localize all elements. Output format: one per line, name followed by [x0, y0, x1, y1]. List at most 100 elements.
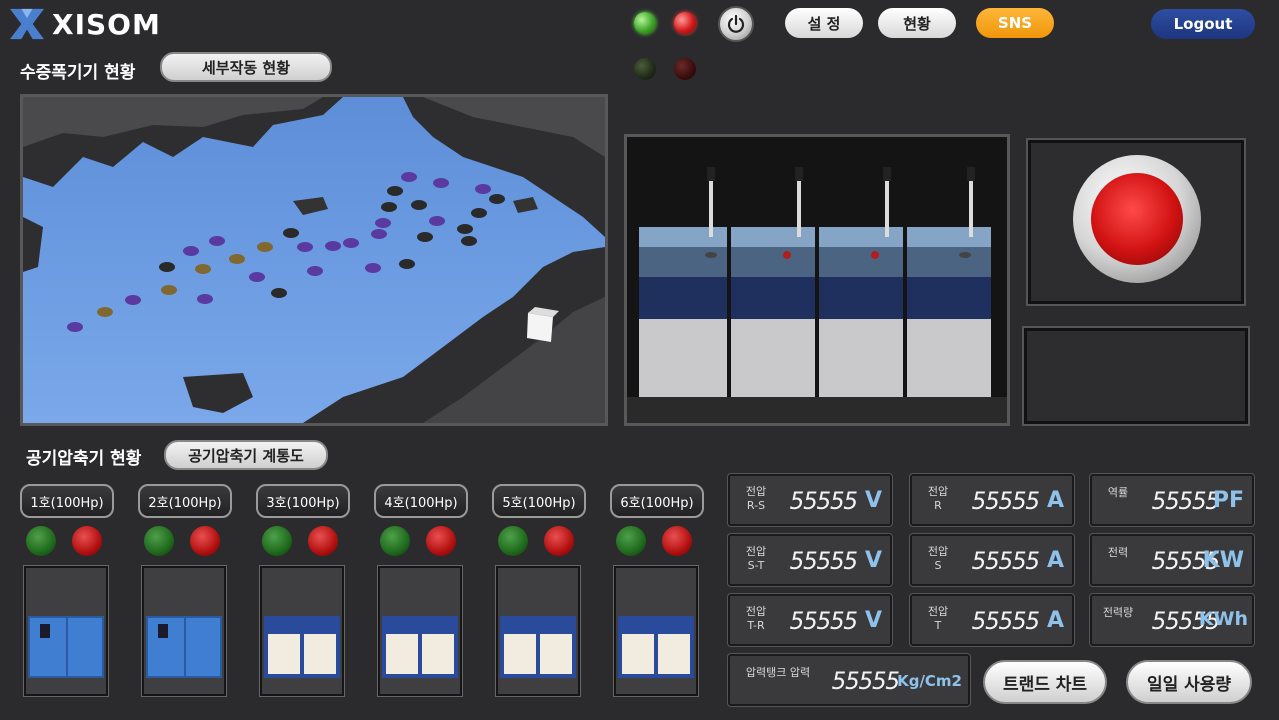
meter-label: 전력 — [1098, 546, 1138, 560]
emergency-stop-panel — [1028, 140, 1244, 304]
meter-label-primary: 전력 — [1107, 546, 1129, 559]
meter-label-primary: 전력량 — [1102, 606, 1134, 619]
meter-v-tr: 전압 T-R 55555 V — [728, 594, 892, 646]
meter-a-t: 전압 T 55555 A — [910, 594, 1074, 646]
meter-label-secondary: S-T — [747, 559, 765, 572]
logo-x-icon — [10, 8, 44, 40]
status-button[interactable]: 현황 — [878, 8, 956, 38]
compressor-section-title: 공기압축기 현황 — [26, 449, 142, 469]
meter-pf: 역률 55555 PF — [1090, 474, 1254, 526]
daily-usage-button[interactable]: 일일 사용량 — [1126, 660, 1252, 704]
status-lamp-red-off — [674, 58, 696, 80]
status-lamp-green — [634, 12, 656, 34]
water-section-title: 수증폭기기 현황 — [20, 63, 136, 83]
meter-label-primary: 전압 — [745, 605, 767, 618]
meter-label-primary: 역률 — [1107, 486, 1129, 499]
meter-unit: A — [1046, 488, 1064, 513]
meter-label: 전압 T — [918, 605, 958, 633]
trend-chart-button[interactable]: 트랜드 차트 — [983, 660, 1107, 704]
meter-a-r: 전압 R 55555 A — [910, 474, 1074, 526]
meter-label-primary: 전압 — [927, 605, 949, 618]
water-map-view — [20, 94, 608, 426]
compressor-white-cabinet — [264, 616, 340, 678]
tank-graphic — [627, 137, 1007, 423]
meter-kw: 전력 55555 KW — [1090, 534, 1254, 586]
meter-label-primary: 전압 — [927, 545, 949, 558]
detail-status-button[interactable]: 세부작동 현황 — [160, 52, 332, 82]
meter-label-primary: 전압 — [927, 485, 949, 498]
message-panel — [1024, 328, 1248, 424]
meter-value: 55555 — [972, 607, 1040, 635]
meter-label-primary: 전압 — [745, 485, 767, 498]
compressor-label-1[interactable]: 1호(100Hp) — [20, 484, 114, 518]
meter-a-s: 전압 S 55555 A — [910, 534, 1074, 586]
meter-value: 55555 — [832, 667, 900, 695]
meter-unit: V — [864, 488, 882, 513]
meter-unit: Kg/Cm2 — [897, 672, 962, 690]
meter-label: 전압 R-S — [736, 485, 776, 513]
meter-label: 전력량 — [1098, 606, 1138, 620]
meter-unit: A — [1046, 548, 1064, 573]
compressor-unit-1[interactable] — [24, 566, 108, 696]
meter-unit: V — [864, 608, 882, 633]
compressor-blue-cabinet — [146, 616, 222, 678]
compressor-unit-3[interactable] — [260, 566, 344, 696]
meter-label-primary: 전압 — [745, 545, 767, 558]
logout-button[interactable]: Logout — [1151, 9, 1255, 39]
compressor-stop-lamp-5 — [544, 526, 574, 556]
meter-unit: KW — [1202, 548, 1244, 573]
compressor-stop-lamp-3 — [308, 526, 338, 556]
meter-kwh: 전력량 55555 KWh — [1090, 594, 1254, 646]
compressor-white-cabinet — [500, 616, 576, 678]
meter-value: 55555 — [790, 487, 858, 515]
meter-value: 55555 — [972, 547, 1040, 575]
meter-label-secondary: S — [934, 559, 942, 572]
compressor-blue-cabinet — [28, 616, 104, 678]
compressor-run-lamp-5 — [498, 526, 528, 556]
sns-button[interactable]: SNS — [976, 8, 1054, 38]
meter-unit: KWh — [1198, 608, 1248, 630]
meter-v-rs: 전압 R-S 55555 V — [728, 474, 892, 526]
compressor-run-lamp-6 — [616, 526, 646, 556]
compressor-unit-2[interactable] — [142, 566, 226, 696]
meter-label-secondary: T — [934, 619, 942, 632]
compressor-run-lamp-4 — [380, 526, 410, 556]
logo-text: XISOM — [52, 7, 161, 41]
meter-label-secondary: T-R — [747, 619, 765, 632]
compressor-stop-lamp-1 — [72, 526, 102, 556]
compressor-run-lamp-2 — [144, 526, 174, 556]
meter-label: 전압 S-T — [736, 545, 776, 573]
meter-unit: PF — [1212, 488, 1244, 513]
compressor-label-5[interactable]: 5호(100Hp) — [492, 484, 586, 518]
meter-label: 압력탱크 압력 — [736, 666, 820, 680]
compressor-unit-4[interactable] — [378, 566, 462, 696]
emergency-stop-button[interactable] — [1073, 155, 1201, 283]
compressor-label-2[interactable]: 2호(100Hp) — [138, 484, 232, 518]
meter-tank: 압력탱크 압력 55555 Kg/Cm2 — [728, 654, 970, 706]
settings-button[interactable]: 설 정 — [785, 8, 863, 38]
meter-label-primary: 압력탱크 압력 — [745, 666, 811, 679]
compressor-label-3[interactable]: 3호(100Hp) — [256, 484, 350, 518]
compressor-stop-lamp-6 — [662, 526, 692, 556]
brand-logo: XISOM — [8, 6, 168, 42]
compressor-run-lamp-3 — [262, 526, 292, 556]
compressor-unit-5[interactable] — [496, 566, 580, 696]
compressor-stop-lamp-2 — [190, 526, 220, 556]
tank-view — [624, 134, 1010, 426]
status-lamp-green-off — [634, 58, 656, 80]
power-button[interactable] — [718, 6, 754, 42]
power-icon — [727, 14, 745, 33]
compressor-white-cabinet — [382, 616, 458, 678]
compressor-label-6[interactable]: 6호(100Hp) — [610, 484, 704, 518]
meter-label: 전압 T-R — [736, 605, 776, 633]
compressor-unit-6[interactable] — [614, 566, 698, 696]
meter-v-st: 전압 S-T 55555 V — [728, 534, 892, 586]
compressor-diagram-button[interactable]: 공기압축기 계통도 — [164, 440, 328, 470]
meter-value: 55555 — [972, 487, 1040, 515]
compressor-label-4[interactable]: 4호(100Hp) — [374, 484, 468, 518]
water-map-graphic — [23, 97, 605, 423]
meter-unit: V — [864, 548, 882, 573]
status-lamp-red — [674, 12, 696, 34]
compressor-run-lamp-1 — [26, 526, 56, 556]
stop-icon — [1091, 173, 1183, 265]
